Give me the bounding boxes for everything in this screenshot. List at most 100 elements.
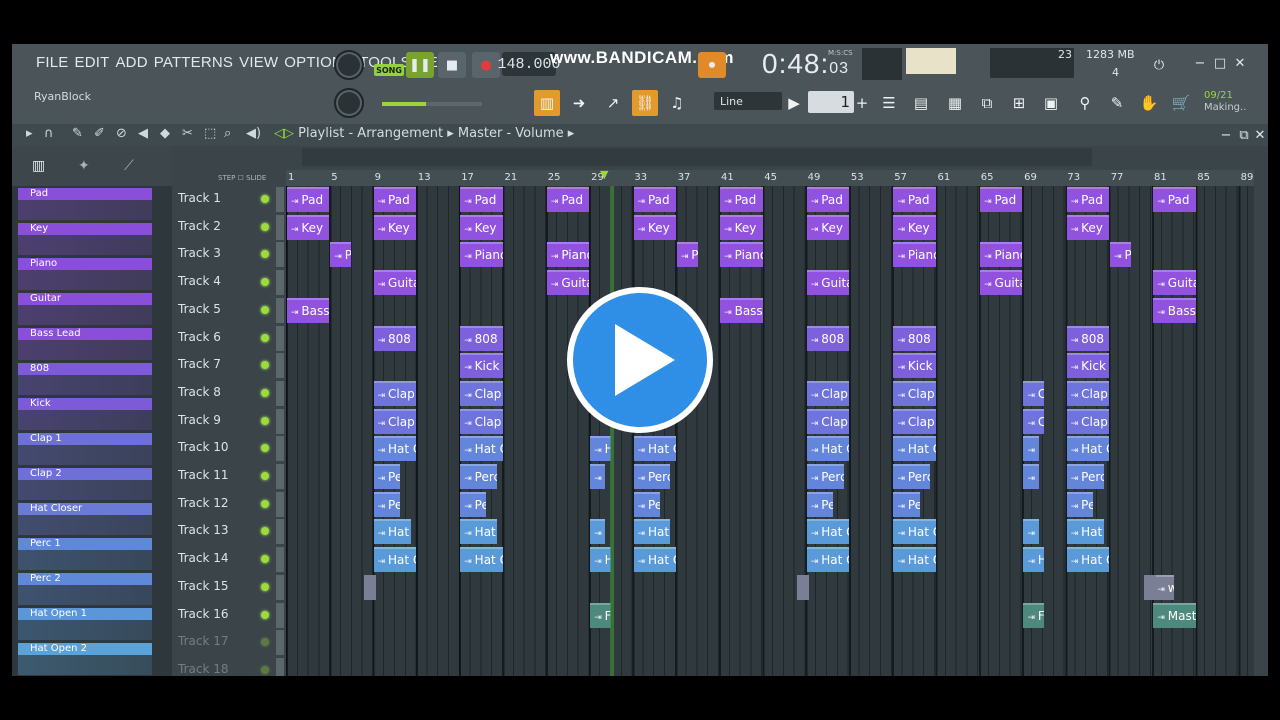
playlist-clip[interactable]: Hat Open 2 bbox=[1066, 547, 1110, 573]
menu-add[interactable]: ADD bbox=[115, 54, 147, 71]
playlist-clip[interactable]: Hat Open 1 bbox=[1066, 519, 1104, 545]
playlist-clip[interactable]: Perc 2 bbox=[460, 491, 487, 517]
playlist-clip[interactable]: Piano bbox=[980, 242, 1023, 268]
playlist-clip[interactable]: H... bbox=[1023, 519, 1039, 545]
pattern-item[interactable]: Bass Lead bbox=[18, 328, 152, 360]
tempo-tapper-icon[interactable]: ✎ bbox=[1104, 90, 1130, 116]
track-header[interactable]: Track 16 bbox=[174, 602, 288, 629]
select-icon[interactable]: ⬚ bbox=[204, 126, 216, 141]
playlist-clip[interactable]: Perc 1 bbox=[373, 464, 400, 489]
playlist-clip[interactable]: Clap 2 bbox=[893, 408, 936, 434]
track-header[interactable]: Track 11 bbox=[174, 463, 288, 490]
plugin-picker-icon[interactable]: ⊞ bbox=[1006, 90, 1032, 116]
pattern-item[interactable]: Key bbox=[18, 223, 152, 255]
track-mute-led[interactable] bbox=[261, 305, 269, 314]
playlist-maximize-button[interactable]: ⧉ bbox=[1236, 127, 1252, 143]
track-header[interactable]: Track 6 bbox=[174, 325, 288, 352]
playlist-clip[interactable]: Key bbox=[633, 214, 676, 240]
maximize-button[interactable]: □ bbox=[1212, 55, 1228, 71]
playlist-clip[interactable]: Piano bbox=[1110, 242, 1131, 268]
metronome-icon[interactable]: ♫ bbox=[664, 90, 690, 116]
pattern-item[interactable]: Pad bbox=[18, 188, 152, 220]
playlist-clip[interactable]: Hat Open 2 bbox=[633, 547, 676, 573]
playlist-clip[interactable]: Key bbox=[287, 214, 330, 240]
shop-icon[interactable]: 🛒 bbox=[1168, 90, 1194, 116]
playlist-clip[interactable]: Perc 2 bbox=[373, 491, 400, 517]
playlist-clip[interactable]: Hat Closer bbox=[893, 436, 936, 462]
track-mute-led[interactable] bbox=[261, 278, 269, 287]
playlist-clip[interactable]: Kick bbox=[1066, 353, 1110, 379]
menu-edit[interactable]: EDIT bbox=[74, 54, 109, 71]
playlist-clip[interactable]: Guitar bbox=[1153, 270, 1196, 296]
playlist-clip[interactable]: Pad bbox=[720, 187, 763, 212]
playlist-clip[interactable]: Clap 2 bbox=[460, 408, 503, 434]
playlist-clip[interactable]: Perc 2 bbox=[806, 491, 833, 517]
automation-icon[interactable]: ⟋ bbox=[124, 158, 134, 174]
menu-file[interactable]: FILE bbox=[36, 54, 68, 71]
playlist-clip[interactable]: Pad bbox=[287, 187, 330, 212]
playlist-clip[interactable]: Pe... bbox=[590, 464, 606, 489]
playlist-clip[interactable]: Bass Lead bbox=[720, 297, 763, 323]
pattern-item[interactable]: Perc 1 bbox=[18, 538, 152, 570]
playlist-clip[interactable]: Piano bbox=[330, 242, 351, 268]
playlist-clip[interactable]: Hat Open 1 bbox=[806, 519, 850, 545]
playlist-clip[interactable]: 808 bbox=[460, 325, 503, 351]
slide-tool-icon[interactable]: ↗ bbox=[600, 90, 626, 116]
pattern-item[interactable]: Hat Open 1 bbox=[18, 608, 152, 640]
track-header[interactable]: Track 12 bbox=[174, 491, 288, 518]
playlist-clip[interactable]: Perc 1 bbox=[460, 464, 498, 489]
playlist-clip[interactable]: Perc 1 bbox=[633, 464, 671, 489]
playlist-clip[interactable]: Bass Lead bbox=[287, 297, 330, 323]
arrow-right-icon[interactable]: ➜ bbox=[566, 90, 592, 116]
playlist-clip[interactable]: 808 bbox=[893, 325, 936, 351]
audio-icon[interactable]: ✦ bbox=[78, 158, 90, 174]
track-mute-led[interactable] bbox=[261, 527, 269, 536]
playlist-clip[interactable]: Guitar bbox=[546, 270, 590, 296]
playlist-clip[interactable]: Piano bbox=[546, 242, 590, 268]
track-mute-led[interactable] bbox=[261, 472, 269, 480]
playlist-clip[interactable]: H... bbox=[1023, 436, 1039, 462]
delete-icon[interactable]: ⊘ bbox=[116, 126, 127, 141]
track-mute-led[interactable] bbox=[261, 610, 269, 619]
main-pitch-knob[interactable] bbox=[334, 88, 364, 118]
pause-button[interactable]: ❚❚ bbox=[406, 52, 434, 78]
mixer-icon[interactable]: ⧉ bbox=[974, 90, 1000, 116]
playlist-clip[interactable]: Fa...cy bbox=[1023, 602, 1045, 628]
playlist-clip[interactable]: Perc 1 bbox=[806, 464, 844, 489]
playlist-clip[interactable]: Key bbox=[460, 214, 503, 240]
playlist-clip[interactable]: Perc 2 bbox=[633, 491, 660, 517]
playlist-clip[interactable]: H...er bbox=[590, 436, 611, 462]
playback-icon[interactable]: ◀) bbox=[246, 126, 261, 141]
playlist-clip[interactable]: Hat Open 1 bbox=[633, 519, 671, 545]
track-mute-led[interactable] bbox=[261, 444, 269, 453]
piano-keys-icon[interactable]: ▥ bbox=[534, 90, 560, 116]
track-header[interactable]: Track 17 bbox=[174, 629, 288, 656]
playlist-clip[interactable]: Pad bbox=[893, 187, 936, 212]
pencil-icon[interactable]: ✎ bbox=[72, 126, 83, 141]
playlist-clip[interactable]: Hat Closer bbox=[806, 436, 850, 462]
play-arrow-icon[interactable]: ▸ bbox=[26, 126, 33, 141]
playlist-clip[interactable]: Clap 1 bbox=[1066, 380, 1110, 406]
track-header[interactable]: Track 15 bbox=[174, 574, 288, 601]
menu-view[interactable]: VIEW bbox=[239, 54, 278, 71]
playlist-clip[interactable]: Guitar bbox=[373, 270, 416, 296]
playlist-clip[interactable]: Pad bbox=[806, 187, 850, 212]
slice-icon[interactable]: ✂ bbox=[182, 126, 193, 141]
menu-patterns[interactable]: PATTERNS bbox=[154, 54, 233, 71]
playlist-clip[interactable]: H...2 bbox=[1023, 547, 1045, 573]
playlist-clip[interactable]: Clap 2 bbox=[1023, 408, 1045, 434]
playlist-clip[interactable]: Pad bbox=[373, 187, 416, 212]
render-icon[interactable]: ✋ bbox=[1136, 90, 1162, 116]
automation-target[interactable]: Master - Volume bbox=[458, 126, 564, 141]
playlist-clip[interactable]: Perc 1 bbox=[893, 464, 931, 489]
stop-button[interactable]: ■ bbox=[438, 52, 466, 78]
playlist-clip[interactable]: Guitar bbox=[806, 270, 850, 296]
slip-icon[interactable]: ◆ bbox=[160, 126, 170, 141]
playlist-clip[interactable]: 808 bbox=[373, 325, 416, 351]
track-mute-led[interactable] bbox=[261, 333, 269, 342]
playlist-view-icon[interactable]: ☰ bbox=[876, 90, 902, 116]
track-header[interactable]: Track 5 bbox=[174, 297, 288, 324]
track-mute-led[interactable] bbox=[261, 222, 269, 231]
playlist-clip[interactable]: Key bbox=[806, 214, 850, 240]
piano-roll-view-icon[interactable]: ▤ bbox=[908, 90, 934, 116]
